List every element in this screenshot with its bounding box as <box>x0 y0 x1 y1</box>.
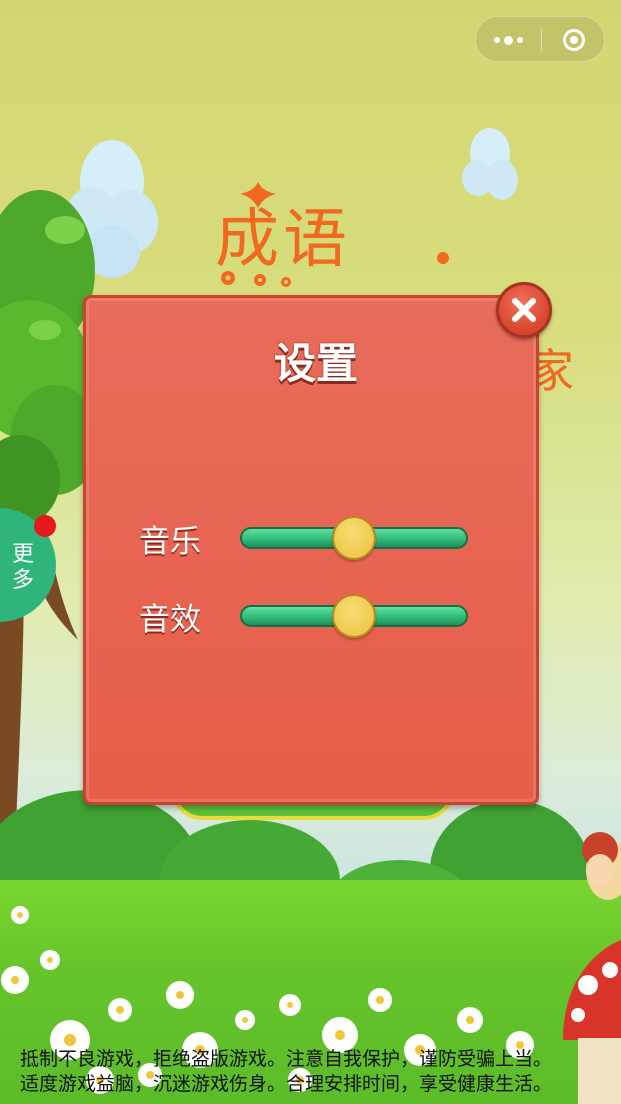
notification-dot <box>34 515 56 537</box>
notice-line-2: 适度游戏益脑，沉迷游戏伤身。合理安排时间，享受健康生活。 <box>20 1073 553 1095</box>
sfx-label: 音效 <box>139 602 201 638</box>
more-label-line1: 更 <box>11 542 34 567</box>
close-x-icon <box>512 298 536 322</box>
more-dots-icon[interactable] <box>476 17 541 63</box>
more-label-line2: 多 <box>11 568 34 593</box>
game-title: 成语 <box>215 203 351 277</box>
music-label: 音乐 <box>139 524 201 560</box>
title-small-flowers-icon <box>221 271 291 287</box>
cloud-right <box>462 128 518 200</box>
sfx-slider[interactable] <box>240 594 468 638</box>
close-button[interactable] <box>496 282 552 338</box>
title-flower-icon <box>240 182 276 208</box>
music-slider-thumb[interactable] <box>332 516 376 560</box>
mini-program-capsule <box>475 16 605 62</box>
music-slider[interactable] <box>240 516 468 560</box>
health-notice: 抵制不良游戏，拒绝盗版游戏。注意自我保护，谨防受骗上当。 适度游戏益脑，沉迷游戏… <box>20 1047 620 1097</box>
more-games-label[interactable]: 更 多 <box>6 542 40 594</box>
notice-line-1: 抵制不良游戏，拒绝盗版游戏。注意自我保护，谨防受骗上当。 <box>20 1048 553 1070</box>
dialog-title: 设置 <box>273 339 358 388</box>
title-dot <box>437 252 449 264</box>
sfx-slider-thumb[interactable] <box>332 594 376 638</box>
target-close-icon[interactable] <box>542 17 606 63</box>
game-screen: 成语 家 更 多 设置 音乐 音效 抵制不良游戏，拒绝盗版游戏。注意自我保护，谨… <box>0 0 621 1104</box>
